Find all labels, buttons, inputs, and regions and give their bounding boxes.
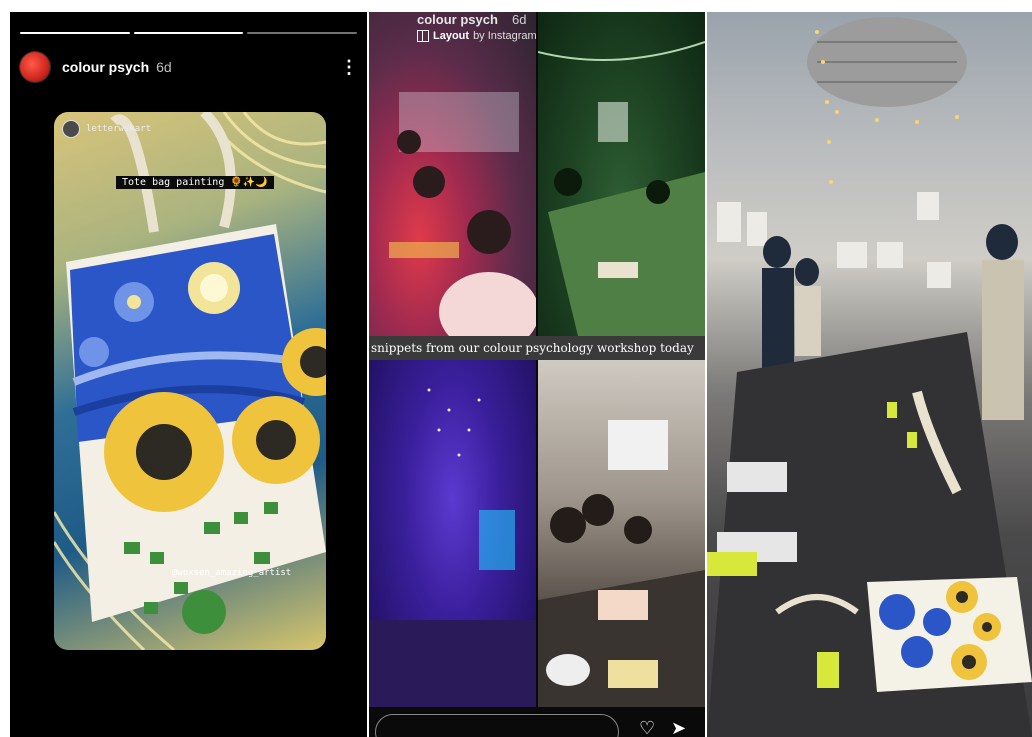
- credit-sticker[interactable]: @woxsen_amazing_artist: [172, 568, 291, 578]
- reply-input[interactable]: [375, 714, 619, 737]
- workshop-scene: [707, 17, 1032, 737]
- story-header: colour psych 6d ⋮: [20, 50, 358, 84]
- collage-photo-table: [538, 360, 705, 707]
- layout-icon: [417, 30, 429, 42]
- heart-icon[interactable]: ♡: [639, 718, 655, 737]
- collage-photo-blue-room: [369, 360, 536, 707]
- red-room-scene: [389, 92, 536, 336]
- collage-photo-red-room: [369, 12, 536, 336]
- more-options-icon[interactable]: ⋮: [340, 57, 358, 78]
- green-room-scene: [538, 41, 705, 336]
- reshare-avatar: [62, 120, 80, 138]
- story-progress-bar: [20, 32, 358, 34]
- collage-photo-green-room: [538, 12, 705, 336]
- table-scene: [538, 420, 705, 707]
- progress-segment: [20, 32, 130, 34]
- layout-label: Layout: [433, 30, 470, 42]
- send-icon[interactable]: ➤: [671, 718, 686, 737]
- avatar[interactable]: [20, 52, 50, 82]
- workshop-photo: [707, 12, 1032, 737]
- tote-bag-photo: letterwskart Tote bag painting 🌻✨🌙 @woxs…: [54, 112, 326, 650]
- snippets-banner: snippets from our colour psychology work…: [369, 336, 705, 360]
- collage-overlay-username[interactable]: colour psych: [417, 12, 498, 27]
- layout-by: by Instagram: [473, 30, 537, 42]
- story-panel: colour psych 6d ⋮ letterwskart Tote bag …: [10, 12, 367, 737]
- progress-segment: [133, 32, 244, 34]
- story-age: 6d: [156, 59, 172, 75]
- progress-segment: [247, 32, 358, 34]
- collage-panel: colour psych 6d Layout by Instagram snip…: [369, 12, 705, 737]
- reshare-tag[interactable]: letterwskart: [62, 120, 151, 138]
- reshare-username: letterwskart: [86, 124, 152, 134]
- blue-room-scene: [369, 388, 536, 707]
- layout-attribution[interactable]: Layout by Instagram: [417, 30, 537, 42]
- collage-overlay-age: 6d: [512, 12, 527, 27]
- story-username[interactable]: colour psych: [62, 59, 149, 75]
- caption-sticker: Tote bag painting 🌻✨🌙: [116, 176, 274, 189]
